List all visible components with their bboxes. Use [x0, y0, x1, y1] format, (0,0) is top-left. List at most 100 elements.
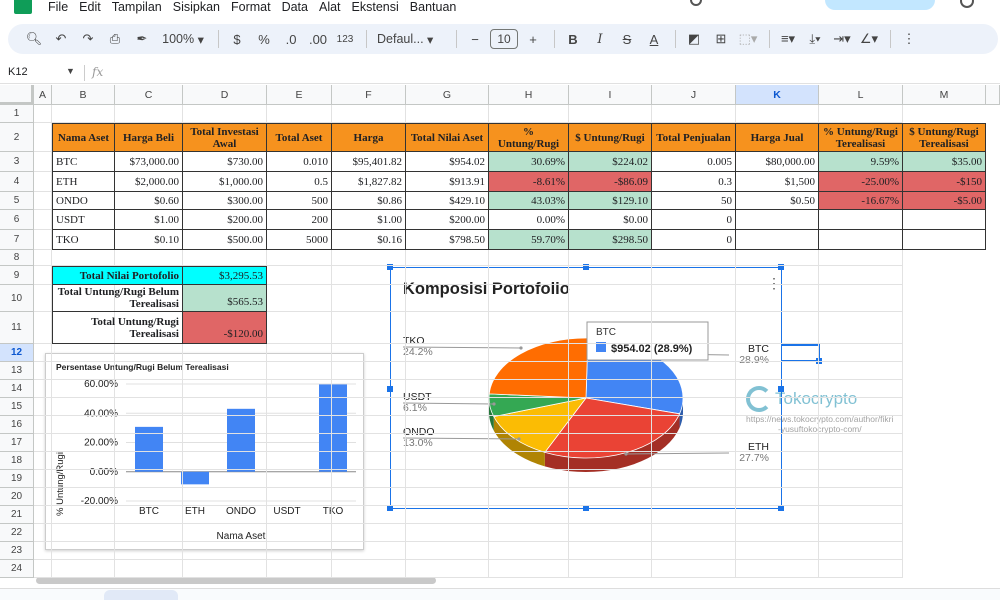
table-cell[interactable]: $73,000.00 [115, 152, 183, 172]
grid-cell[interactable] [406, 362, 489, 380]
grid-cell[interactable] [332, 416, 406, 434]
grid-cell[interactable] [652, 560, 736, 578]
table-header-cell[interactable]: Nama Aset [52, 123, 115, 152]
table-header-cell[interactable]: $ Untung/Rugi Terealisasi [903, 123, 986, 152]
row-header-11[interactable]: 11 [0, 312, 34, 344]
grid-cell[interactable] [652, 506, 736, 524]
text-rotation-icon[interactable]: ∠▾ [857, 27, 881, 51]
font-select[interactable]: Defaul... ▾ [373, 27, 447, 51]
summary-value[interactable]: $565.53 [183, 285, 267, 312]
grid-cell[interactable] [406, 542, 489, 560]
column-header-g[interactable]: G [406, 85, 489, 105]
table-cell[interactable]: ETH [52, 172, 115, 192]
grid-cell[interactable] [736, 434, 819, 452]
grid-cell[interactable] [406, 344, 489, 362]
grid-cell[interactable] [267, 488, 332, 506]
row-header-20[interactable]: 20 [0, 488, 34, 506]
table-header-cell[interactable]: Harga [332, 123, 406, 152]
number-format-button[interactable]: 123 [333, 27, 357, 51]
grid-cell[interactable] [52, 105, 115, 123]
grid-cell[interactable] [569, 524, 652, 542]
table-cell[interactable]: -$86.09 [569, 172, 652, 192]
table-cell[interactable]: 200 [267, 210, 332, 230]
row-header-8[interactable]: 8 [0, 250, 34, 266]
table-cell[interactable] [736, 230, 819, 250]
grid-cell[interactable] [52, 470, 115, 488]
grid-cell[interactable] [34, 105, 52, 123]
grid-cell[interactable] [183, 250, 267, 266]
grid-cell[interactable] [183, 416, 267, 434]
grid-cell[interactable] [736, 285, 819, 312]
column-header-e[interactable]: E [267, 85, 332, 105]
column-header-i[interactable]: I [569, 85, 652, 105]
grid-cell[interactable] [569, 416, 652, 434]
grid-cell[interactable] [569, 452, 652, 470]
decrease-font-size-icon[interactable]: − [463, 27, 487, 51]
table-cell[interactable]: $500.00 [183, 230, 267, 250]
table-cell[interactable]: 43.03% [489, 192, 569, 210]
grid-cell[interactable] [332, 398, 406, 416]
grid-cell[interactable] [406, 312, 489, 344]
table-cell[interactable]: $1.00 [332, 210, 406, 230]
row-header-7[interactable]: 7 [0, 230, 34, 250]
grid-cell[interactable] [819, 250, 903, 266]
grid-cell[interactable] [489, 488, 569, 506]
grid-cell[interactable] [267, 470, 332, 488]
print-icon[interactable]: ⎙ [103, 27, 127, 51]
grid-cell[interactable] [736, 362, 819, 380]
row-header-14[interactable]: 14 [0, 380, 34, 398]
table-header-cell[interactable]: Total Nilai Aset [406, 123, 489, 152]
grid-cell[interactable] [406, 434, 489, 452]
grid-cell[interactable] [736, 250, 819, 266]
grid-cell[interactable] [406, 380, 489, 398]
grid-cell[interactable] [489, 506, 569, 524]
table-cell[interactable]: -$150 [903, 172, 986, 192]
table-header-cell[interactable]: % Untung/Rugi [489, 123, 569, 152]
grid-cell[interactable] [819, 470, 903, 488]
grid-cell[interactable] [115, 105, 183, 123]
grid-cell[interactable] [115, 398, 183, 416]
grid-cell[interactable] [652, 452, 736, 470]
grid-cell[interactable] [267, 285, 332, 312]
grid-cell[interactable] [332, 380, 406, 398]
row-header-18[interactable]: 18 [0, 452, 34, 470]
table-cell[interactable]: ONDO [52, 192, 115, 210]
percent-format-button[interactable]: % [252, 27, 276, 51]
grid-cell[interactable] [183, 105, 267, 123]
grid-cell[interactable] [489, 542, 569, 560]
grid-cell[interactable] [34, 230, 52, 250]
grid-cell[interactable] [489, 452, 569, 470]
grid-cell[interactable] [267, 506, 332, 524]
grid-cell[interactable] [52, 506, 115, 524]
more-options-icon[interactable]: ⋮ [897, 27, 921, 51]
row-header-23[interactable]: 23 [0, 542, 34, 560]
row-header-16[interactable]: 16 [0, 416, 34, 434]
menu-item-data[interactable]: Data [282, 0, 308, 14]
grid-cell[interactable] [569, 488, 652, 506]
grid-cell[interactable] [489, 470, 569, 488]
row-header-12[interactable]: 12 [0, 344, 34, 362]
grid-cell[interactable] [267, 542, 332, 560]
grid-cell[interactable] [52, 488, 115, 506]
grid-cell[interactable] [736, 506, 819, 524]
table-cell[interactable]: $0.86 [332, 192, 406, 210]
row-header-1[interactable]: 1 [0, 105, 34, 123]
align-horizontal-icon[interactable]: ≡▾ [776, 27, 800, 51]
grid-cell[interactable] [34, 192, 52, 210]
column-header-l[interactable]: L [819, 85, 903, 105]
grid-cell[interactable] [819, 560, 903, 578]
row-header-5[interactable]: 5 [0, 192, 34, 210]
grid-cell[interactable] [34, 524, 52, 542]
grid-cell[interactable] [34, 210, 52, 230]
grid-cell[interactable] [52, 434, 115, 452]
grid-cell[interactable] [332, 105, 406, 123]
grid-cell[interactable] [489, 434, 569, 452]
summary-label[interactable]: Total Nilai Portofolio [52, 266, 183, 285]
row-header-9[interactable]: 9 [0, 266, 34, 285]
table-cell[interactable]: 0.3 [652, 172, 736, 192]
grid-cell[interactable] [267, 524, 332, 542]
table-cell[interactable] [903, 230, 986, 250]
grid-cell[interactable] [115, 452, 183, 470]
table-cell[interactable]: 0.005 [652, 152, 736, 172]
grid-cell[interactable] [489, 105, 569, 123]
